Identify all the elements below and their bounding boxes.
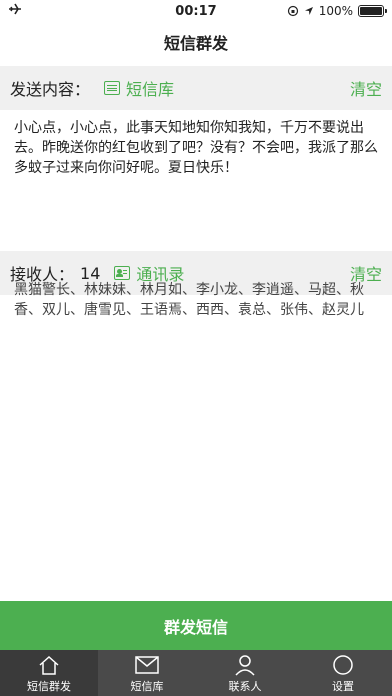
recipient-list[interactable]: 黑猫警长、林妹妹、林月如、李小龙、李逍遥、马超、秋香、双儿、唐雪见、王语焉、西西… — [14, 280, 382, 320]
content-header: 发送内容： 短信库 清空 — [0, 66, 392, 110]
nav-bar: 短信群发 — [0, 22, 392, 62]
status-right: 100% — [264, 4, 387, 18]
status-time: 00:17 — [175, 3, 217, 19]
location-icon — [304, 7, 313, 15]
content-label: 发送内容： — [10, 80, 91, 99]
gear-icon — [333, 655, 353, 675]
tab-label: 短信库 — [130, 680, 164, 693]
clear-content-button[interactable]: 清空 — [350, 76, 382, 100]
status-left — [8, 2, 128, 20]
sms-library-link[interactable]: 短信库 — [104, 76, 174, 100]
contact-card-icon — [114, 266, 131, 280]
tab-sms-broadcast[interactable]: 短信群发 — [0, 650, 98, 696]
message-input[interactable]: 小心点，小心点，此事天知地知你知我知，千万不要说出去。昨晚送你的红包收到了吧？没… — [14, 118, 378, 178]
message-library-icon — [104, 81, 121, 95]
tab-bar: 短信群发 短信库 联系人 设置 — [0, 650, 392, 696]
battery-fill — [360, 7, 382, 15]
airplane-icon — [9, 3, 21, 15]
send-sms-label: 群发短信 — [163, 617, 228, 637]
tab-label: 联系人 — [228, 680, 262, 693]
home-icon — [39, 655, 59, 675]
rotation-lock-icon — [287, 5, 298, 17]
page-title: 短信群发 — [163, 34, 228, 53]
battery-icon — [358, 5, 387, 17]
person-icon — [235, 655, 255, 676]
battery-percent: 100% — [318, 4, 353, 18]
tab-label: 设置 — [332, 680, 354, 693]
tab-sms-library[interactable]: 短信库 — [98, 650, 196, 696]
status-bar: 00:17 100% — [0, 0, 392, 22]
tab-label: 短信群发 — [27, 680, 71, 693]
sms-library-label: 短信库 — [126, 80, 175, 99]
send-sms-button[interactable]: 群发短信 — [0, 601, 392, 650]
tab-settings[interactable]: 设置 — [294, 650, 392, 696]
mail-icon — [135, 656, 159, 674]
tab-contacts[interactable]: 联系人 — [196, 650, 294, 696]
